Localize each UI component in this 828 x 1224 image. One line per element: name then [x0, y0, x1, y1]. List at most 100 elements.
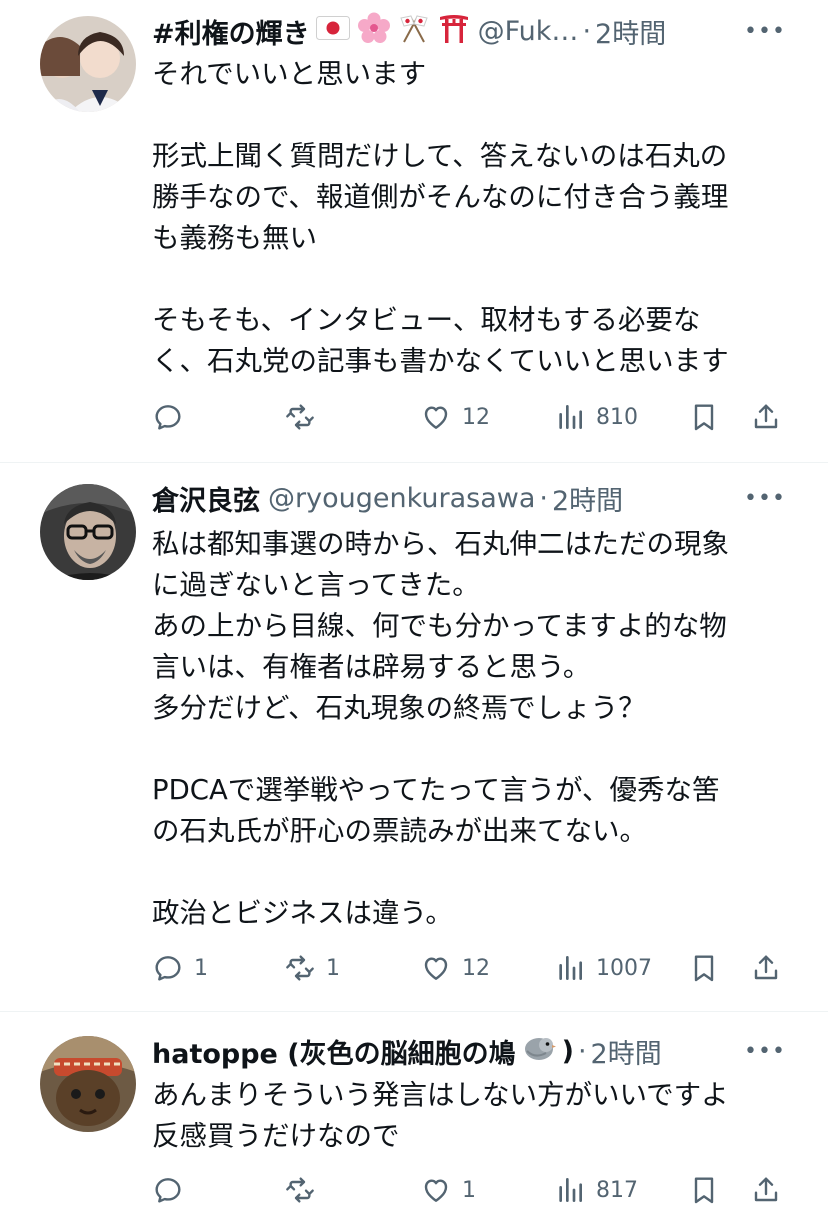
- like-icon: [424, 1179, 448, 1202]
- text-line: 言いは、有権者は辟易すると思う。: [152, 651, 591, 683]
- text-line: [152, 95, 780, 136]
- reply-button[interactable]: 1: [152, 948, 208, 988]
- reply-icon: [155, 405, 181, 430]
- bookmark-button[interactable]: [688, 1170, 720, 1210]
- text-line: [152, 729, 780, 770]
- display-name[interactable]: #利権の輝き: [152, 12, 310, 51]
- avatar-image: [40, 16, 136, 112]
- like-icon: [424, 406, 448, 429]
- display-name[interactable]: 倉沢良弦: [152, 479, 260, 518]
- like-count: 12: [462, 955, 490, 981]
- cherry-blossom-emoji: [357, 12, 390, 51]
- bookmark-button[interactable]: [688, 397, 720, 437]
- share-icon: [754, 1177, 778, 1202]
- separator-dot: ·: [582, 15, 592, 47]
- repost-icon: [286, 1177, 314, 1203]
- repost-button[interactable]: [284, 397, 326, 437]
- action-bar: 1 1 12 1007: [152, 948, 786, 988]
- share-button[interactable]: [750, 1170, 782, 1210]
- repost-icon: [286, 404, 314, 430]
- text-line: 勝手なので、報道側がそんなのに付き合う義理: [152, 181, 729, 213]
- tweet-header: hatoppe (灰色の脳細胞の鳩 ) · 2時間: [152, 1031, 768, 1071]
- tweet-2[interactable]: 倉沢良弦 @ryougenkurasawa · 2時間 ••• 私は都知事選の時…: [0, 463, 828, 1011]
- more-icon[interactable]: •••: [744, 481, 785, 515]
- text-line: 反感買うだけなので: [152, 1120, 400, 1152]
- repost-button[interactable]: 1: [284, 948, 340, 988]
- separator-dot: ·: [577, 1035, 587, 1067]
- share-button[interactable]: [750, 397, 782, 437]
- views-icon: [559, 956, 582, 980]
- more-icon[interactable]: •••: [744, 14, 785, 48]
- share-icon: [754, 404, 778, 429]
- display-name[interactable]: hatoppe (灰色の脳細胞の鳩: [152, 1032, 516, 1071]
- share-button[interactable]: [750, 948, 782, 988]
- bookmark-icon: [694, 1177, 714, 1204]
- dove-emoji: [522, 1033, 556, 1070]
- text-line: 私は都知事選の時から、石丸伸二はただの現象: [152, 528, 729, 560]
- torii-gate-emoji: [438, 12, 470, 51]
- text-line: 形式上聞く質問だけして、答えないのは石丸の: [152, 140, 728, 172]
- view-count: 817: [596, 1177, 638, 1203]
- reply-button[interactable]: [152, 1170, 194, 1210]
- bookmark-icon: [694, 955, 714, 982]
- reply-count: 1: [194, 955, 208, 981]
- share-icon: [754, 955, 778, 980]
- views-button[interactable]: 817: [554, 1170, 638, 1210]
- text-line: 政治とビジネスは違う。: [152, 897, 453, 929]
- like-icon: [424, 957, 448, 980]
- tweet-1[interactable]: #利権の輝き @Fuk… · 2時間 ••• それでいいと思います 形式上聞く質…: [0, 0, 828, 462]
- text-line: く、石丸党の記事も書かなくていいと思います: [152, 345, 729, 377]
- repost-icon: [286, 955, 314, 981]
- tweet-text: あんまりそういう発言はしない方がいいですよ 反感買うだけなので: [152, 1075, 780, 1157]
- avatar[interactable]: [40, 1036, 136, 1132]
- text-line: [152, 852, 780, 893]
- crossed-flags-emoji: [398, 12, 430, 51]
- tweet-text: それでいいと思います 形式上聞く質問だけして、答えないのは石丸の 勝手なので、報…: [152, 54, 780, 382]
- text-line: そもそも、インタビュー、取材もする必要な: [152, 304, 701, 336]
- text-line: あの上から目線、何でも分かってますよ的な物: [152, 610, 727, 642]
- timestamp[interactable]: 2時間: [591, 1032, 662, 1071]
- display-name-suffix[interactable]: ): [562, 1036, 574, 1067]
- tweet-header: #利権の輝き @Fuk… · 2時間: [152, 11, 768, 51]
- repost-button[interactable]: [284, 1170, 326, 1210]
- tweet-header: 倉沢良弦 @ryougenkurasawa · 2時間: [152, 478, 768, 518]
- views-button[interactable]: 810: [554, 397, 638, 437]
- like-button[interactable]: 12: [420, 397, 490, 437]
- action-bar: 12 810: [152, 397, 786, 437]
- like-button[interactable]: 1: [420, 1170, 476, 1210]
- text-line: それでいいと思います: [152, 58, 427, 90]
- handle[interactable]: @Fuk…: [478, 16, 579, 47]
- text-line: の石丸氏が肝心の票読みが出来てない。: [152, 815, 647, 847]
- handle[interactable]: @ryougenkurasawa: [268, 483, 535, 514]
- reply-icon: [155, 956, 181, 981]
- text-line: 多分だけど、石丸現象の終焉でしょう？: [152, 692, 646, 724]
- avatar[interactable]: [40, 16, 136, 112]
- bookmark-icon: [694, 404, 714, 431]
- text-line: [152, 259, 780, 300]
- reply-icon: [155, 1178, 181, 1203]
- repost-count: 1: [326, 955, 340, 981]
- like-count: 1: [462, 1177, 476, 1203]
- views-icon: [559, 405, 582, 429]
- view-count: 810: [596, 404, 638, 430]
- like-count: 12: [462, 404, 490, 430]
- separator-dot: ·: [539, 482, 548, 514]
- text-line: に過ぎないと言ってきた。: [152, 569, 480, 601]
- action-bar: 1 817: [152, 1170, 786, 1210]
- text-line: も義務も無い: [152, 222, 317, 254]
- japan-flag-emoji: [315, 15, 350, 47]
- view-count: 1007: [596, 955, 652, 981]
- views-button[interactable]: 1007: [554, 948, 652, 988]
- text-line: PDCAで選挙戦やってたって言うが、優秀な筈: [152, 774, 720, 806]
- tweet-3[interactable]: hatoppe (灰色の脳細胞の鳩 ) · 2時間 ••• あんまりそういう発言…: [0, 1012, 828, 1224]
- reply-button[interactable]: [152, 397, 194, 437]
- like-button[interactable]: 12: [420, 948, 490, 988]
- more-icon[interactable]: •••: [744, 1034, 785, 1068]
- text-line: あんまりそういう発言はしない方がいいですよ: [152, 1079, 729, 1111]
- bookmark-button[interactable]: [688, 948, 720, 988]
- timestamp[interactable]: 2時間: [552, 479, 623, 518]
- avatar-image: [40, 484, 136, 580]
- avatar-image: [40, 1036, 136, 1132]
- timestamp[interactable]: 2時間: [595, 12, 666, 51]
- avatar[interactable]: [40, 484, 136, 580]
